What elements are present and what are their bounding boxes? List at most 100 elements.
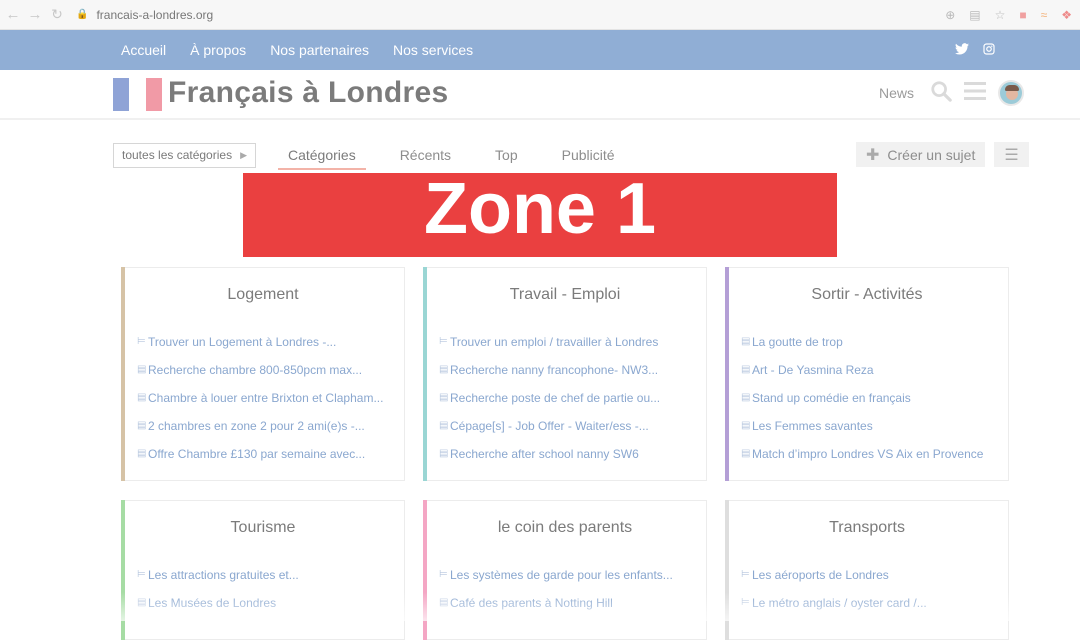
document-icon: ▤ xyxy=(439,392,449,403)
search-icon[interactable] xyxy=(930,80,952,106)
topic-item[interactable]: ▤ Café des parents à Notting Hill xyxy=(439,595,698,623)
nav-tabs: Catégories Récents Top Publicité xyxy=(277,147,625,170)
topic-item[interactable]: ▤ Cépage[s] - Job Offer - Waiter/ess -... xyxy=(439,418,698,446)
top-nav-bar: Accueil À propos Nos partenaires Nos ser… xyxy=(0,30,1080,70)
category-title[interactable]: Travail - Emploi xyxy=(424,286,706,304)
menu-icon[interactable] xyxy=(964,81,986,105)
nav-a-propos[interactable]: À propos xyxy=(190,42,246,58)
topic-title: Trouver un emploi / travailler à Londres xyxy=(450,335,659,349)
topic-item[interactable]: ▤ Recherche poste de chef de partie ou... xyxy=(439,390,698,418)
category-card-parents[interactable]: le coin des parents ⊨ Les systèmes de gar… xyxy=(423,500,707,640)
category-card-tourisme[interactable]: Tourisme ⊨ Les attractions gratuites et..… xyxy=(121,500,405,640)
site-header: Français à Londres News xyxy=(0,70,1080,120)
create-topic-label: Créer un sujet xyxy=(887,146,976,163)
document-icon: ▤ xyxy=(137,364,147,375)
category-title[interactable]: Tourisme xyxy=(122,519,404,537)
topic-item[interactable]: ⊨ Trouver un Logement à Londres -... xyxy=(137,334,396,362)
category-card-sortir[interactable]: Sortir - Activités ▤ La goutte de trop ▤ A… xyxy=(725,267,1009,481)
category-card-travail[interactable]: Travail - Emploi ⊨ Trouver un emploi / tr… xyxy=(423,267,707,481)
topic-item[interactable]: ⊨ Les attractions gratuites et... xyxy=(137,567,396,595)
star-icon[interactable]: ☆ xyxy=(995,8,1006,22)
topic-item[interactable]: ▤ Recherche nanny francophone- NW3... xyxy=(439,362,698,390)
tab-publicite[interactable]: Publicité xyxy=(552,147,625,163)
tab-recents[interactable]: Récents xyxy=(390,147,461,163)
topic-list: ⊨ Trouver un emploi / travailler à Londre… xyxy=(439,334,698,474)
tab-top[interactable]: Top xyxy=(485,147,528,163)
topic-title: Les Femmes savantes xyxy=(752,419,873,433)
topic-title: Recherche poste de chef de partie ou... xyxy=(450,391,661,405)
ad-zone-banner: Zone 1 xyxy=(243,173,837,257)
document-icon: ▤ xyxy=(741,336,751,347)
topic-title: Cépage[s] - Job Offer - Waiter/ess -... xyxy=(450,419,649,433)
topic-item[interactable]: ▤ Recherche after school nanny SW6 xyxy=(439,446,698,474)
topic-item[interactable]: ▤ Art - De Yasmina Reza xyxy=(741,362,1000,390)
topic-title: Match d’impro Londres VS Aix en Provence xyxy=(752,447,984,461)
topic-item[interactable]: ▤ Chambre à louer entre Brixton et Clapha… xyxy=(137,390,396,418)
document-icon: ▤ xyxy=(741,364,751,375)
back-icon[interactable]: ← xyxy=(2,4,24,26)
category-card-transports[interactable]: Transports ⊨ Les aéroports de Londres ⊨ Le… xyxy=(725,500,1009,640)
category-title[interactable]: le coin des parents xyxy=(424,519,706,537)
category-dropdown[interactable]: toutes les catégories ▶ xyxy=(113,142,256,168)
list-menu-button[interactable]: ☰ xyxy=(994,142,1029,167)
instagram-icon[interactable] xyxy=(983,42,995,58)
caret-right-icon: ▶ xyxy=(240,149,247,160)
topic-item[interactable]: ▤ Les Femmes savantes xyxy=(741,418,1000,446)
document-icon: ▤ xyxy=(439,364,449,375)
category-card-logement[interactable]: Logement ⊨ Trouver un Logement à Londres … xyxy=(121,267,405,481)
topic-item[interactable]: ▤ La goutte de trop xyxy=(741,334,1000,362)
document-icon: ▤ xyxy=(137,392,147,403)
topic-list: ⊨ Les aéroports de Londres ⊨ Le métro angl… xyxy=(741,567,1000,623)
pocket-icon[interactable]: ❖ xyxy=(1061,8,1072,22)
topic-item[interactable]: ⊨ Trouver un emploi / travailler à Londre… xyxy=(439,334,698,362)
logo-flag[interactable] xyxy=(113,78,162,111)
create-topic-button[interactable]: ✚ Créer un sujet xyxy=(856,142,986,167)
topic-item[interactable]: ▤ Recherche chambre 800-850pcm max... xyxy=(137,362,396,390)
pin-icon: ⊨ xyxy=(137,569,146,580)
document-icon: ▤ xyxy=(741,448,751,459)
pin-icon: ⊨ xyxy=(741,569,750,580)
topic-item[interactable]: ▤ 2 chambres en zone 2 pour 2 ami(e)s -..… xyxy=(137,418,396,446)
nav-accueil[interactable]: Accueil xyxy=(121,42,166,58)
site-logo[interactable]: Français à Londres xyxy=(168,76,449,110)
category-title[interactable]: Sortir - Activités xyxy=(726,286,1008,304)
topic-item[interactable]: ⊨ Le métro anglais / oyster card /... xyxy=(741,595,1000,623)
topic-item[interactable]: ▤ Match d’impro Londres VS Aix en Provenc… xyxy=(741,446,1000,474)
social-links xyxy=(955,30,995,70)
topic-item[interactable]: ⊨ Les systèmes de garde pour les enfants.… xyxy=(439,567,698,595)
twitter-icon[interactable] xyxy=(955,42,969,58)
pin-icon: ⊨ xyxy=(439,569,448,580)
translate-icon[interactable]: ▤ xyxy=(969,8,980,22)
topic-title: Trouver un Logement à Londres -... xyxy=(148,335,337,349)
topic-item[interactable]: ▤ Offre Chambre £130 par semaine avec... xyxy=(137,446,396,474)
document-icon: ▤ xyxy=(439,448,449,459)
category-title[interactable]: Transports xyxy=(726,519,1008,537)
nav-services[interactable]: Nos services xyxy=(393,42,473,58)
tab-categories[interactable]: Catégories xyxy=(277,147,366,170)
user-avatar[interactable] xyxy=(998,80,1024,106)
pin-icon: ⊨ xyxy=(741,597,750,608)
lock-icon: 🔒 xyxy=(76,9,89,20)
topic-item[interactable]: ⊨ Les aéroports de Londres xyxy=(741,567,1000,595)
rss-icon[interactable]: ≈ xyxy=(1041,8,1048,22)
pin-icon: ⊨ xyxy=(439,336,448,347)
address-bar[interactable]: 🔒 francais-a-londres.org xyxy=(76,8,213,22)
reload-icon[interactable]: ↻ xyxy=(46,4,68,26)
news-link[interactable]: News xyxy=(879,85,914,101)
topic-title: Café des parents à Notting Hill xyxy=(450,596,613,610)
document-icon: ▤ xyxy=(741,420,751,431)
topic-item[interactable]: ▤ Stand up comédie en français xyxy=(741,390,1000,418)
document-icon: ▤ xyxy=(137,597,147,608)
topic-list: ⊨ Les systèmes de garde pour les enfants.… xyxy=(439,567,698,623)
topic-item[interactable]: ▤ Les Musées de Londres xyxy=(137,595,396,623)
topic-title: La goutte de trop xyxy=(752,335,843,349)
forward-icon[interactable]: → xyxy=(24,4,46,26)
topic-title: Recherche chambre 800-850pcm max... xyxy=(148,363,363,377)
extension-icon[interactable]: ■ xyxy=(1019,8,1026,22)
nav-partenaires[interactable]: Nos partenaires xyxy=(270,42,369,58)
zoom-icon[interactable]: ⊕ xyxy=(945,8,955,22)
category-title[interactable]: Logement xyxy=(122,286,404,304)
topic-title: Les aéroports de Londres xyxy=(752,568,889,582)
topic-title: Recherche after school nanny SW6 xyxy=(450,447,639,461)
topic-title: Recherche nanny francophone- NW3... xyxy=(450,363,659,377)
